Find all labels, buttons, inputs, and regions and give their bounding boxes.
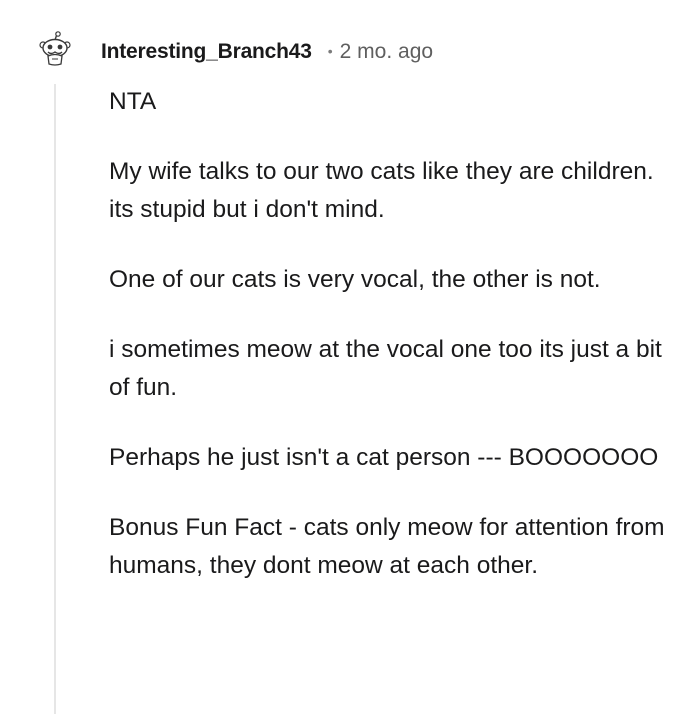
comment-meta: Interesting_Branch43 • 2 mo. ago [101, 36, 433, 68]
comment-body: NTA My wife talks to our two cats like t… [109, 83, 669, 585]
comment-paragraph: NTA [109, 88, 157, 115]
snoo-avatar-icon [39, 31, 71, 66]
comment: Interesting_Branch43 • 2 mo. ago NTA My … [0, 0, 700, 719]
comment-paragraph: Perhaps he just isn't a cat person --- B… [109, 444, 659, 471]
comment-paragraph: Bonus Fun Fact - cats only meow for atte… [109, 514, 665, 579]
thread-line[interactable] [54, 84, 56, 714]
username-link[interactable]: Interesting_Branch43 [101, 40, 312, 64]
comment-paragraph: One of our cats is very vocal, the other… [109, 266, 601, 293]
comment-paragraph: My wife talks to our two cats like they … [109, 158, 654, 223]
meta-separator: • [327, 43, 333, 59]
comment-paragraph: i sometimes meow at the vocal one too it… [109, 336, 662, 401]
comment-timestamp[interactable]: 2 mo. ago [340, 40, 433, 64]
avatar[interactable] [37, 31, 73, 67]
